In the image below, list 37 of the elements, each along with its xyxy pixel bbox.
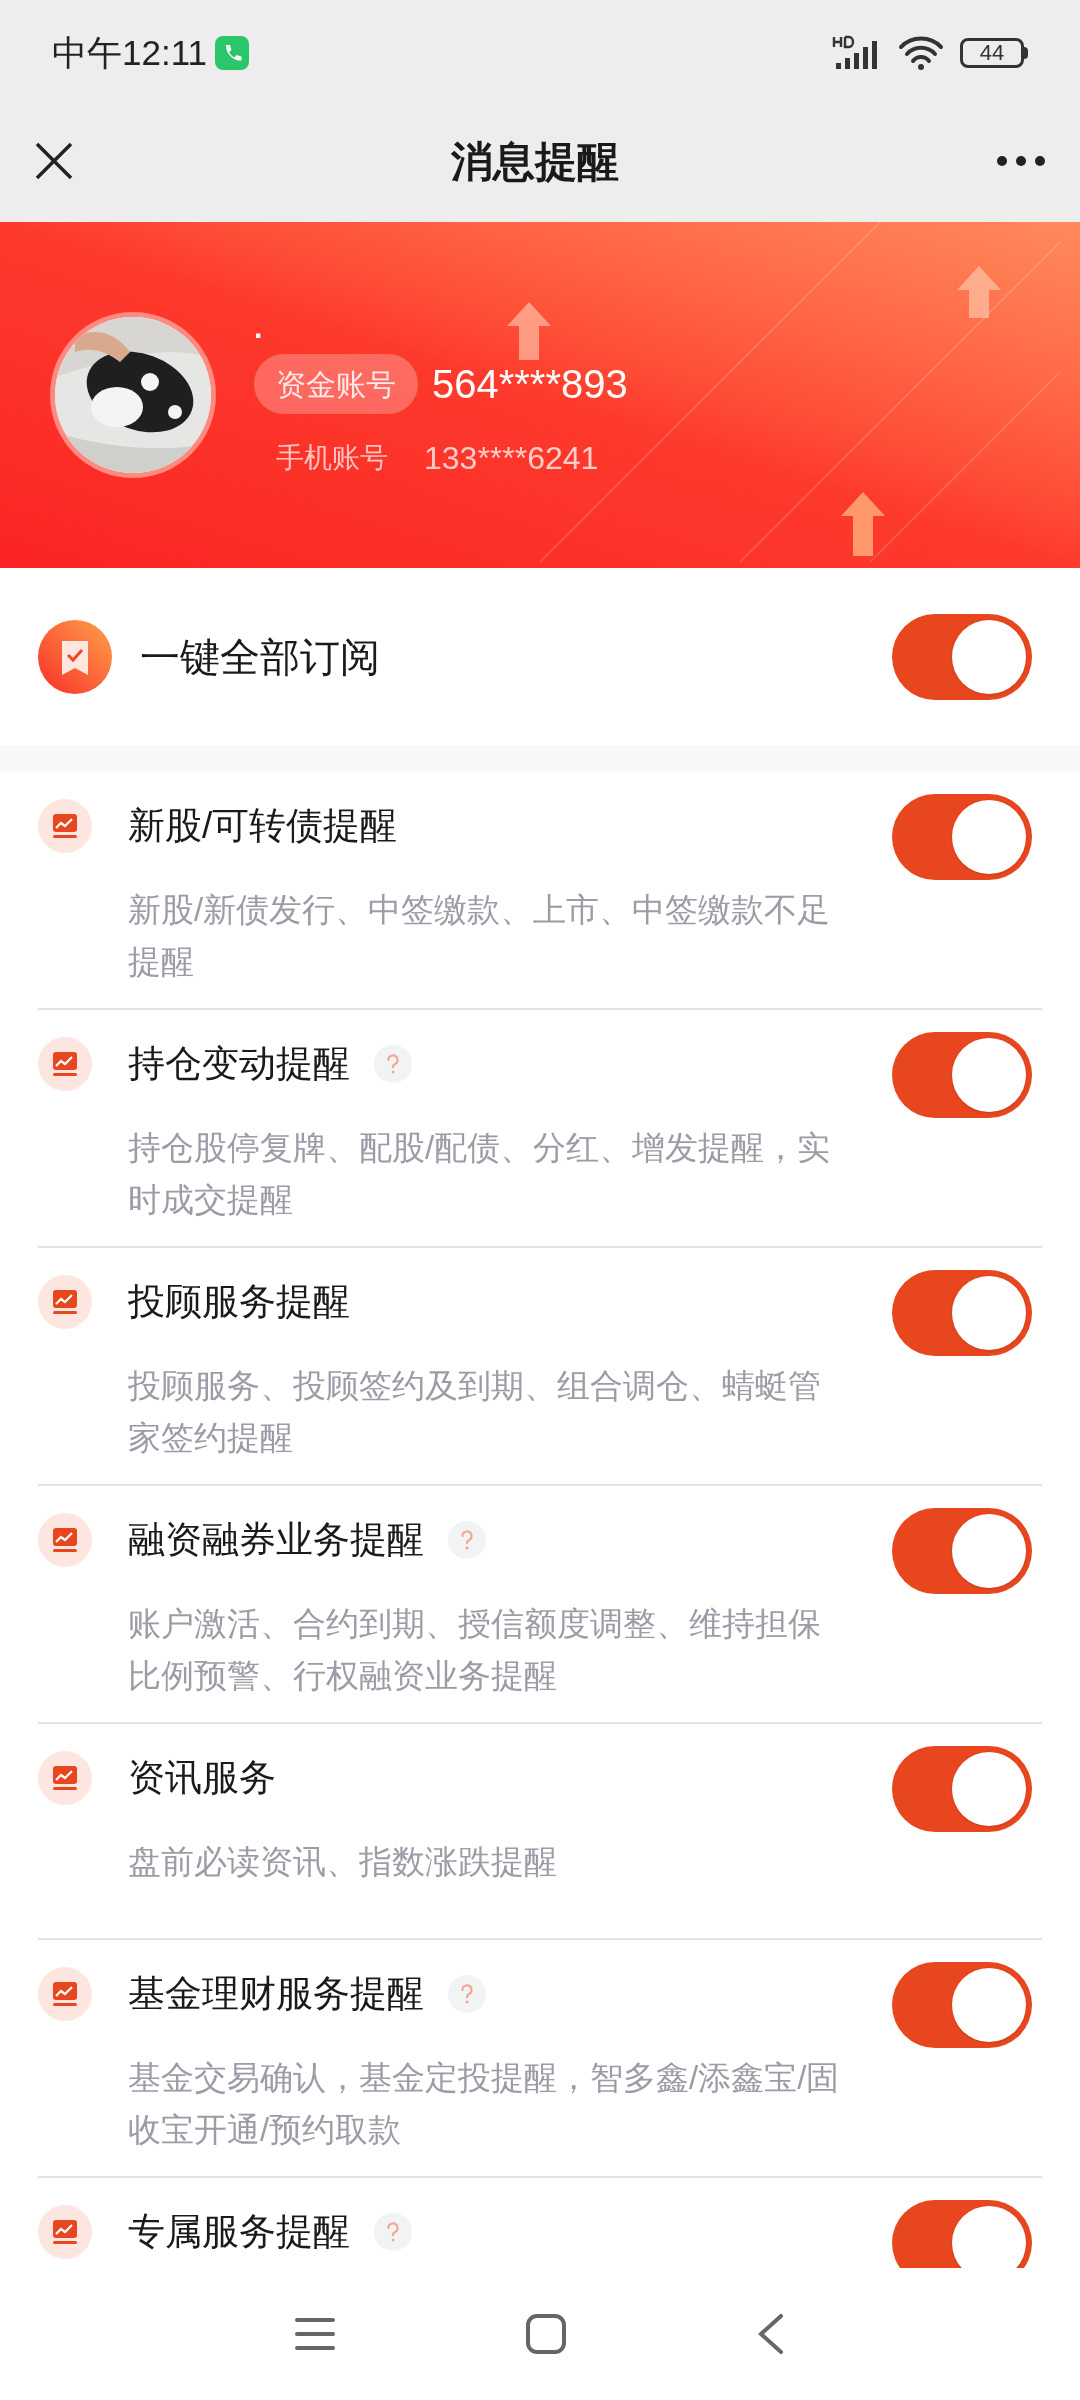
bookmark-check-icon	[38, 619, 112, 694]
item-description: 新股/新债发行、中签缴款、上市、中签缴款不足提醒	[128, 890, 832, 982]
back-icon[interactable]	[756, 2314, 785, 2354]
account-tag: 资金账号	[254, 354, 418, 414]
menu-icon[interactable]	[295, 2316, 336, 2352]
item-description: 账户激活、合约到期、授信额度调整、维持担保比例预警、行权融资业务提醒	[128, 1604, 822, 1696]
item-title: 专属服务提醒	[128, 2210, 350, 2254]
item-title: 新股/可转债提醒	[128, 804, 398, 848]
chart-icon	[38, 2204, 92, 2259]
toggle-switch[interactable]	[892, 2200, 1032, 2268]
page-title: 消息提醒	[451, 136, 619, 187]
chart-icon	[38, 1512, 92, 1567]
item-description: 盘前必读资讯、指数涨跌提醒	[128, 1842, 558, 1882]
item-description: 持仓股停复牌、配股/配债、分红、增发提醒，实时成交提醒	[128, 1128, 832, 1220]
chart-icon	[38, 798, 92, 853]
item-title: 基金理财服务提醒	[128, 1972, 424, 2016]
close-icon[interactable]	[34, 141, 74, 181]
item-description: 投顾服务、投顾签约及到期、组合调仓、蜻蜓管家签约提醒	[128, 1366, 822, 1458]
item-title: 投顾服务提醒	[128, 1280, 350, 1324]
account-number: 564****893	[432, 361, 628, 408]
item-description: 基金交易确认，基金定投提醒，智多鑫/添鑫宝/固收宝开通/预约取款	[128, 2058, 840, 2150]
subscribe-all-label: 一键全部订阅	[140, 633, 381, 681]
chart-icon	[38, 1966, 92, 2021]
item-title: 融资融券业务提醒	[128, 1518, 424, 1562]
phone-icon	[215, 36, 249, 70]
phone-label: 手机账号	[276, 441, 388, 475]
user-name: .	[254, 310, 264, 346]
wifi-icon	[898, 35, 944, 71]
status-time: 中午12:11	[52, 31, 207, 74]
home-icon[interactable]	[526, 2314, 566, 2354]
item-title: 资讯服务	[128, 1756, 276, 1800]
item-title: 持仓变动提醒	[128, 1042, 350, 1086]
phone-number: 133****6241	[424, 439, 599, 478]
chart-icon	[38, 1036, 92, 1091]
chart-icon	[38, 1274, 92, 1329]
more-icon[interactable]	[996, 155, 1046, 167]
chart-icon	[38, 1750, 92, 1805]
